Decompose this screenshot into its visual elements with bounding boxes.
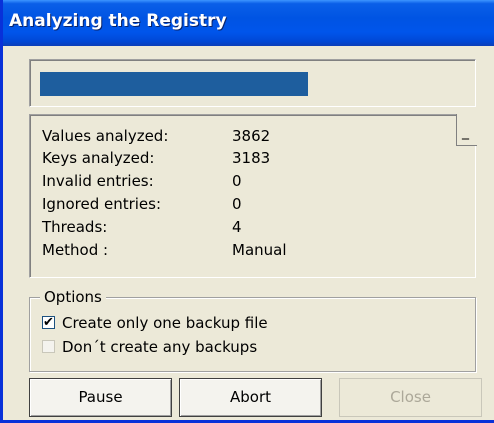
stat-label: Invalid entries: xyxy=(42,172,154,190)
stat-row-keys-analyzed: Keys analyzed: 3183 xyxy=(42,147,452,169)
stat-value: 3183 xyxy=(232,149,271,167)
create-one-backup-label: Create only one backup file xyxy=(62,314,268,332)
stat-row-values-analyzed: Values analyzed: 3862 xyxy=(42,125,452,147)
stat-value: 0 xyxy=(232,195,242,213)
checkmark-icon: ✔ xyxy=(43,315,54,330)
stat-row-ignored-entries: Ignored entries: 0 xyxy=(42,193,452,215)
stat-value: 4 xyxy=(232,218,242,236)
stat-label: Method : xyxy=(42,241,109,259)
stat-label: Ignored entries: xyxy=(42,195,162,213)
registry-analysis-dialog: Analyzing the Registry Values analyzed: … xyxy=(0,0,494,423)
collapse-button[interactable]: _ xyxy=(456,114,477,146)
no-backups-checkbox[interactable] xyxy=(42,340,55,353)
pause-button[interactable]: Pause xyxy=(29,378,172,417)
progress-bar xyxy=(40,72,458,96)
stat-value: Manual xyxy=(232,241,287,259)
title-bar[interactable]: Analyzing the Registry xyxy=(3,0,494,46)
options-groupbox: Options ✔ Create only one backup file Do… xyxy=(29,287,476,372)
stat-label: Values analyzed: xyxy=(42,127,169,145)
progress-bar-fill xyxy=(40,72,308,96)
window-title: Analyzing the Registry xyxy=(9,11,227,31)
stat-label: Threads: xyxy=(42,218,108,236)
statistics-panel: Values analyzed: 3862 Keys analyzed: 318… xyxy=(29,114,477,278)
minimize-icon: _ xyxy=(462,124,469,140)
close-button[interactable]: Close xyxy=(339,378,482,417)
options-legend: Options xyxy=(40,287,106,307)
stat-row-threads: Threads: 4 xyxy=(42,216,452,238)
stat-row-method: Method : Manual xyxy=(42,239,452,261)
abort-button[interactable]: Abort xyxy=(179,378,322,417)
no-backups-label: Don´t create any backups xyxy=(62,338,258,356)
progress-panel xyxy=(29,59,476,107)
stat-row-invalid-entries: Invalid entries: 0 xyxy=(42,170,452,192)
create-one-backup-checkbox[interactable]: ✔ xyxy=(42,315,55,330)
dialog-body: Values analyzed: 3862 Keys analyzed: 318… xyxy=(3,46,494,420)
stat-value: 0 xyxy=(232,172,242,190)
stat-label: Keys analyzed: xyxy=(42,149,155,167)
stat-value: 3862 xyxy=(232,127,271,145)
